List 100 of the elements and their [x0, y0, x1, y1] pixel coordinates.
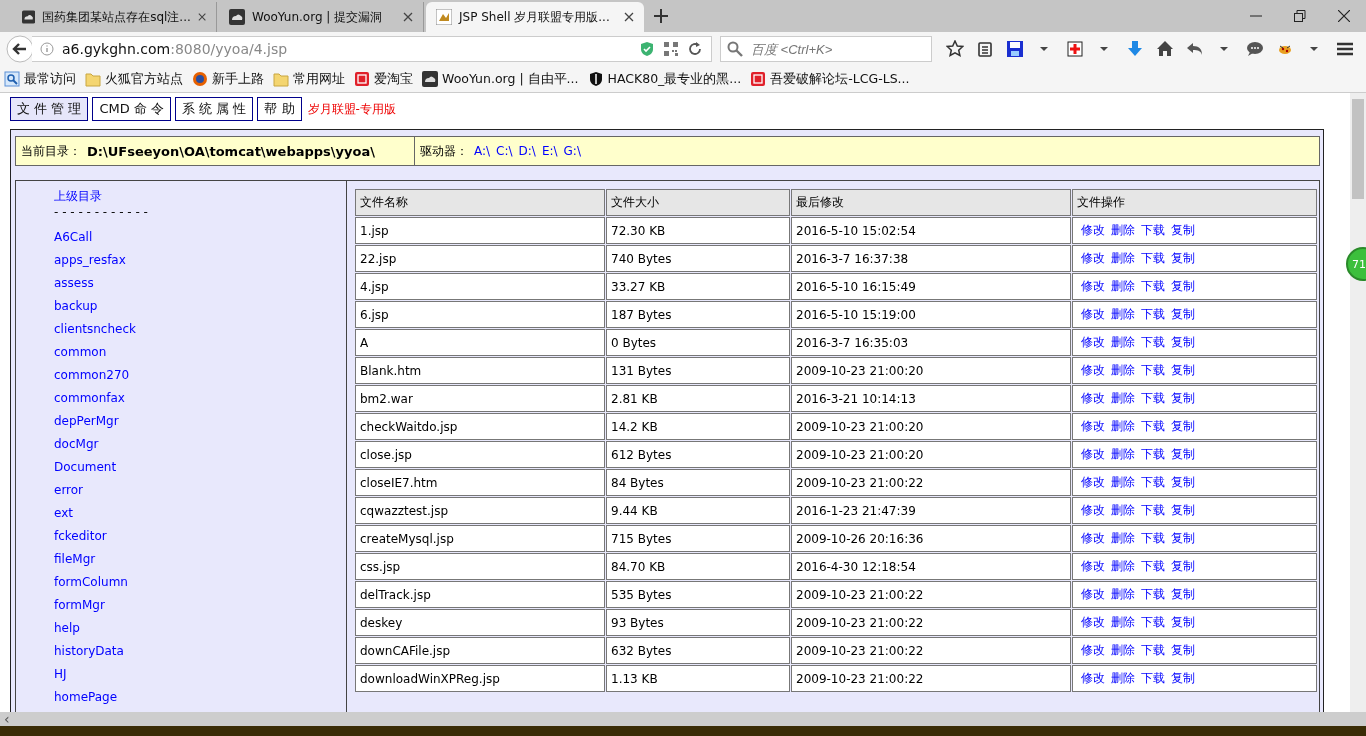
- directory-link[interactable]: historyData: [54, 640, 124, 663]
- action-link[interactable]: 删除: [1111, 334, 1135, 351]
- action-link[interactable]: 删除: [1111, 558, 1135, 575]
- directory-link[interactable]: assess: [54, 272, 94, 295]
- action-link[interactable]: 下载: [1141, 502, 1165, 519]
- directory-link[interactable]: HJ: [54, 663, 67, 686]
- home-icon[interactable]: [1156, 40, 1174, 58]
- clipboard-icon[interactable]: [976, 40, 994, 58]
- action-link[interactable]: 修改: [1081, 446, 1105, 463]
- close-icon[interactable]: [1338, 10, 1350, 22]
- action-link[interactable]: 复制: [1171, 306, 1195, 323]
- horizontal-scrollbar[interactable]: ‹: [0, 712, 1366, 726]
- directory-link[interactable]: commonfax: [54, 387, 125, 410]
- bookmark[interactable]: 吾爱破解论坛-LCG-LS...: [750, 70, 910, 88]
- action-link[interactable]: 删除: [1111, 530, 1135, 547]
- action-link[interactable]: 修改: [1081, 362, 1105, 379]
- directory-link[interactable]: common270: [54, 364, 130, 387]
- action-link[interactable]: 修改: [1081, 418, 1105, 435]
- action-link[interactable]: 修改: [1081, 614, 1105, 631]
- nav-button[interactable]: 帮 助: [257, 97, 302, 121]
- drive-link[interactable]: E:\: [541, 144, 558, 158]
- action-link[interactable]: 修改: [1081, 670, 1105, 687]
- close-icon[interactable]: [624, 12, 634, 22]
- action-link[interactable]: 下载: [1141, 474, 1165, 491]
- action-link[interactable]: 复制: [1171, 446, 1195, 463]
- drive-link[interactable]: A:\: [474, 144, 491, 158]
- menu-icon[interactable]: [1336, 40, 1354, 58]
- action-link[interactable]: 复制: [1171, 670, 1195, 687]
- bookmark[interactable]: 常用网址: [273, 70, 345, 88]
- action-link[interactable]: 修改: [1081, 474, 1105, 491]
- parent-dir-link[interactable]: 上级目录: [54, 185, 102, 208]
- action-link[interactable]: 下载: [1141, 306, 1165, 323]
- action-link[interactable]: 下载: [1141, 586, 1165, 603]
- first-aid-icon[interactable]: [1066, 40, 1084, 58]
- action-link[interactable]: 修改: [1081, 586, 1105, 603]
- browser-tab[interactable]: JSP Shell 岁月联盟专用版...: [426, 2, 644, 32]
- action-link[interactable]: 下载: [1141, 334, 1165, 351]
- action-link[interactable]: 修改: [1081, 306, 1105, 323]
- action-link[interactable]: 修改: [1081, 558, 1105, 575]
- action-link[interactable]: 修改: [1081, 250, 1105, 267]
- action-link[interactable]: 修改: [1081, 334, 1105, 351]
- action-link[interactable]: 复制: [1171, 278, 1195, 295]
- address-bar[interactable]: a6.gykghn.com:8080/yyoa/4.jsp: [32, 36, 712, 62]
- action-link[interactable]: 下载: [1141, 614, 1165, 631]
- close-icon[interactable]: [403, 12, 413, 22]
- action-link[interactable]: 下载: [1141, 446, 1165, 463]
- action-link[interactable]: 下载: [1141, 222, 1165, 239]
- action-link[interactable]: 删除: [1111, 474, 1135, 491]
- directory-link[interactable]: fileMgr: [54, 548, 96, 571]
- action-link[interactable]: 删除: [1111, 390, 1135, 407]
- search-field[interactable]: 百度 <Ctrl+K>: [720, 36, 932, 62]
- action-link[interactable]: 修改: [1081, 278, 1105, 295]
- action-link[interactable]: 删除: [1111, 502, 1135, 519]
- bookmark[interactable]: WooYun.org | 自由平...: [422, 70, 579, 88]
- action-link[interactable]: 复制: [1171, 250, 1195, 267]
- drive-link[interactable]: C:\: [496, 144, 513, 158]
- action-link[interactable]: 删除: [1111, 642, 1135, 659]
- action-link[interactable]: 复制: [1171, 362, 1195, 379]
- directory-link[interactable]: common: [54, 341, 107, 364]
- action-link[interactable]: 复制: [1171, 614, 1195, 631]
- action-link[interactable]: 下载: [1141, 642, 1165, 659]
- action-link[interactable]: 下载: [1141, 390, 1165, 407]
- action-link[interactable]: 修改: [1081, 390, 1105, 407]
- action-link[interactable]: 下载: [1141, 670, 1165, 687]
- action-link[interactable]: 复制: [1171, 586, 1195, 603]
- nav-button[interactable]: 文 件 管 理: [10, 97, 89, 121]
- action-link[interactable]: 下载: [1141, 530, 1165, 547]
- bookmark[interactable]: 火狐官方站点: [85, 70, 183, 88]
- action-link[interactable]: 下载: [1141, 558, 1165, 575]
- directory-link[interactable]: help: [54, 617, 80, 640]
- action-link[interactable]: 删除: [1111, 670, 1135, 687]
- action-link[interactable]: 删除: [1111, 446, 1135, 463]
- directory-link[interactable]: Document: [54, 456, 117, 479]
- action-link[interactable]: 复制: [1171, 558, 1195, 575]
- action-link[interactable]: 删除: [1111, 222, 1135, 239]
- drive-link[interactable]: D:\: [518, 144, 536, 158]
- nav-button[interactable]: CMD 命 令: [92, 97, 171, 121]
- action-link[interactable]: 删除: [1111, 614, 1135, 631]
- directory-link[interactable]: backup: [54, 295, 98, 318]
- action-link[interactable]: 下载: [1141, 362, 1165, 379]
- action-link[interactable]: 复制: [1171, 222, 1195, 239]
- bookmark[interactable]: 最常访问: [4, 70, 76, 88]
- action-link[interactable]: 删除: [1111, 278, 1135, 295]
- action-link[interactable]: 删除: [1111, 418, 1135, 435]
- action-link[interactable]: 删除: [1111, 250, 1135, 267]
- directory-link[interactable]: apps_resfax: [54, 249, 126, 272]
- qr-code-icon[interactable]: [663, 41, 679, 57]
- directory-link[interactable]: depPerMgr: [54, 410, 119, 433]
- action-link[interactable]: 复制: [1171, 334, 1195, 351]
- action-link[interactable]: 下载: [1141, 278, 1165, 295]
- action-link[interactable]: 修改: [1081, 642, 1105, 659]
- directory-link[interactable]: clientsncheck: [54, 318, 136, 341]
- new-tab-icon[interactable]: [654, 9, 668, 23]
- action-link[interactable]: 复制: [1171, 474, 1195, 491]
- action-link[interactable]: 删除: [1111, 586, 1135, 603]
- bookmark[interactable]: 爱淘宝: [354, 70, 413, 88]
- bookmark[interactable]: HACK80_最专业的黑...: [587, 70, 742, 88]
- action-link[interactable]: 复制: [1171, 642, 1195, 659]
- directory-link[interactable]: fckeditor: [54, 525, 107, 548]
- directory-link[interactable]: A6Call: [54, 226, 93, 249]
